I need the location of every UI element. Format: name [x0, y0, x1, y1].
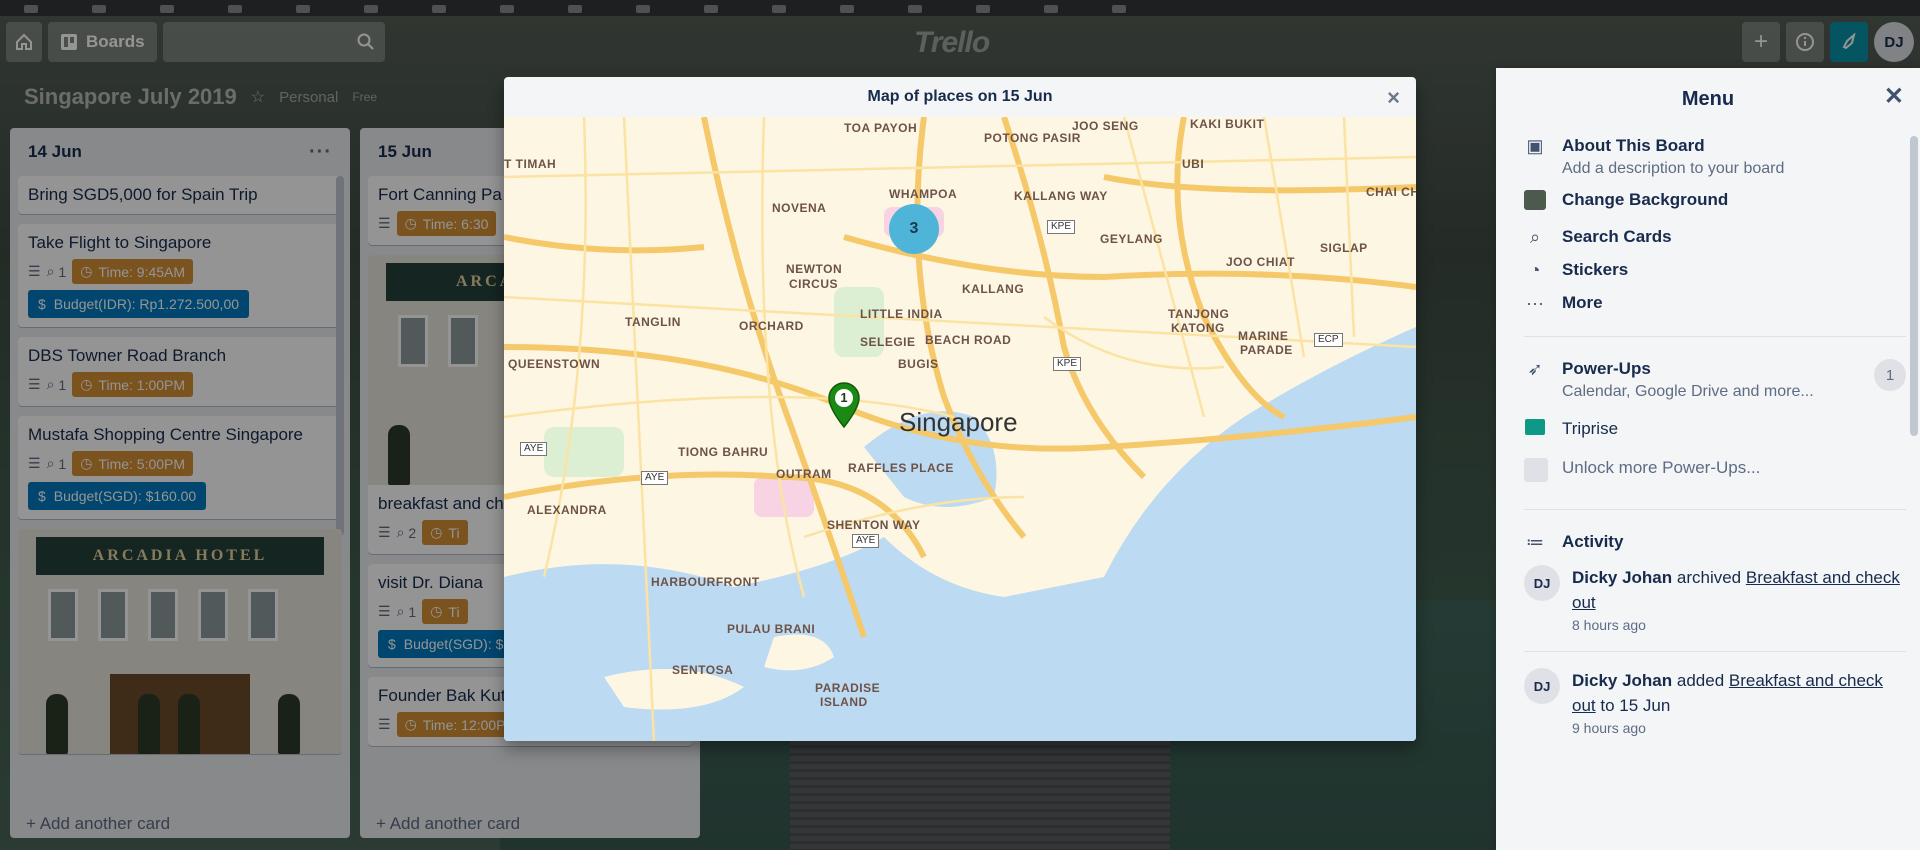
unlock-powerups-label: Unlock more Power-Ups...: [1562, 458, 1761, 477]
map-label: NOVENA: [772, 201, 827, 215]
menu-title: Menu: [1681, 87, 1735, 110]
divider: [1524, 336, 1906, 337]
map-label: SENTOSA: [672, 663, 734, 677]
map-label: CIRCUS: [789, 277, 839, 291]
map-modal-title: Map of places on 15 Jun: [867, 88, 1053, 105]
map-label: PARADISE: [815, 681, 881, 695]
map-label: SELEGIE: [860, 335, 916, 349]
map-canvas[interactable]: TOA PAYOH POTONG PASIR JOO SENG KAKI BUK…: [504, 117, 1416, 741]
activity-entry: DJ Dicky Johan added Breakfast and check…: [1524, 662, 1906, 744]
avatar[interactable]: DJ: [1524, 668, 1560, 704]
map-label: LITTLE INDIA: [860, 307, 943, 321]
about-board-item[interactable]: ▣ About This Board Add a description to …: [1524, 130, 1906, 184]
map-label: POTONG PASIR: [984, 131, 1081, 145]
search-cards-label: Search Cards: [1562, 227, 1672, 246]
map-label: HARBOURFRONT: [651, 575, 760, 589]
map-label: TOA PAYOH: [844, 121, 918, 135]
search-icon: ⌕: [1529, 227, 1541, 247]
map-cluster-marker[interactable]: 3: [889, 204, 939, 254]
close-icon[interactable]: ×: [1387, 85, 1400, 111]
activity-entry: DJ Dicky Johan archived Breakfast and ch…: [1524, 559, 1906, 641]
change-background-item[interactable]: Change Background: [1524, 184, 1906, 221]
map-label: KATONG: [1171, 321, 1225, 335]
activity-verb: archived: [1672, 568, 1746, 587]
triprise-item[interactable]: Triprise: [1524, 413, 1906, 446]
expressway-shield: AYE: [852, 534, 880, 548]
more-item[interactable]: ··· More: [1524, 287, 1906, 320]
map-label: QUEENSTOWN: [508, 357, 601, 371]
map-label: MARINE: [1238, 329, 1289, 343]
map-label: JOO SENG: [1072, 119, 1139, 133]
map-city-label: Singapore: [899, 407, 1018, 437]
map-label: ALEXANDRA: [527, 503, 607, 517]
more-label: More: [1562, 293, 1603, 312]
powerups-count-badge: 1: [1874, 359, 1906, 391]
activity-verb: added: [1672, 671, 1729, 690]
sticker-icon: ◔: [1529, 260, 1541, 280]
expressway-shield: KPE: [1053, 357, 1082, 371]
map-label: KALLANG: [962, 282, 1025, 296]
search-cards-item[interactable]: ⌕ Search Cards: [1524, 221, 1906, 254]
map-label: KALLANG WAY: [1014, 189, 1108, 203]
powerups-item[interactable]: ➶ Power-Ups Calendar, Google Drive and m…: [1524, 353, 1906, 407]
map-label: SIGLAP: [1320, 241, 1368, 255]
ellipsis-icon: ···: [1526, 293, 1544, 313]
map-label: NEWTON: [786, 262, 843, 276]
activity-rest: to 15 Jun: [1595, 696, 1671, 715]
map-label: BUGIS: [898, 357, 939, 371]
activity-list-icon: ≔: [1526, 532, 1544, 552]
activity-label: Activity: [1562, 532, 1624, 551]
triprise-icon: [1524, 419, 1546, 440]
powerups-label: Power-Ups: [1562, 359, 1651, 378]
map-label: UBI: [1182, 157, 1205, 171]
map-label: SHENTON WAY: [827, 518, 921, 532]
map-label: T TIMAH: [504, 157, 557, 171]
map-label: ORCHARD: [739, 319, 804, 333]
map-label: WHAMPOA: [889, 187, 958, 201]
unlock-powerups-item[interactable]: Unlock more Power-Ups...: [1524, 452, 1906, 493]
activity-user[interactable]: Dicky Johan: [1572, 671, 1672, 690]
stickers-item[interactable]: ◔ Stickers: [1524, 254, 1906, 287]
map-label: PARADE: [1240, 343, 1293, 357]
activity-user[interactable]: Dicky Johan: [1572, 568, 1672, 587]
powerups-description: Calendar, Google Drive and more...: [1562, 383, 1814, 400]
map-label: TANJONG: [1168, 307, 1230, 321]
change-background-label: Change Background: [1562, 190, 1729, 209]
rocket-icon: ➶: [1527, 359, 1543, 379]
map-pin-icon: [828, 382, 860, 429]
expressway-shield: AYE: [641, 471, 669, 485]
map-label: KAKI BUKIT: [1190, 117, 1265, 131]
expressway-shield: KPE: [1047, 220, 1076, 234]
map-label: BEACH ROAD: [925, 333, 1012, 347]
expressway-shield: AYE: [520, 442, 548, 456]
map-label: TIONG BAHRU: [678, 445, 769, 459]
map-label: ISLAND: [820, 695, 868, 709]
stickers-label: Stickers: [1562, 260, 1629, 279]
map-label: PULAU BRANI: [727, 622, 816, 636]
map-label: RAFFLES PLACE: [848, 461, 954, 475]
avatar[interactable]: DJ: [1524, 565, 1560, 601]
menu-scrollbar[interactable]: [1910, 136, 1918, 436]
map-label: CHAI CHEEB: [1366, 185, 1416, 199]
activity-timestamp[interactable]: 8 hours ago: [1572, 615, 1906, 635]
close-icon[interactable]: ✕: [1884, 82, 1904, 111]
activity-header: ≔ Activity: [1524, 526, 1906, 559]
board-menu-panel: Menu ✕ ▣ About This Board Add a descript…: [1496, 68, 1920, 850]
map-label: TANGLIN: [625, 315, 681, 329]
board-icon: ▣: [1526, 136, 1544, 156]
map-label: GEYLANG: [1100, 232, 1163, 246]
background-thumbnail-icon: [1524, 190, 1546, 215]
map-label: JOO CHIAT: [1226, 255, 1295, 269]
divider: [1524, 509, 1906, 510]
triprise-label: Triprise: [1562, 419, 1619, 438]
map-pin-label: 1: [840, 390, 848, 405]
activity-timestamp[interactable]: 9 hours ago: [1572, 718, 1906, 738]
about-board-description: Add a description to your board: [1562, 160, 1785, 177]
about-board-label: About This Board: [1562, 136, 1705, 155]
expressway-shield: ECP: [1314, 333, 1343, 347]
map-label: OUTRAM: [776, 467, 832, 481]
placeholder-square-icon: [1524, 458, 1548, 487]
map-modal: Map of places on 15 Jun × TOA PAYOH POTO…: [504, 77, 1416, 741]
